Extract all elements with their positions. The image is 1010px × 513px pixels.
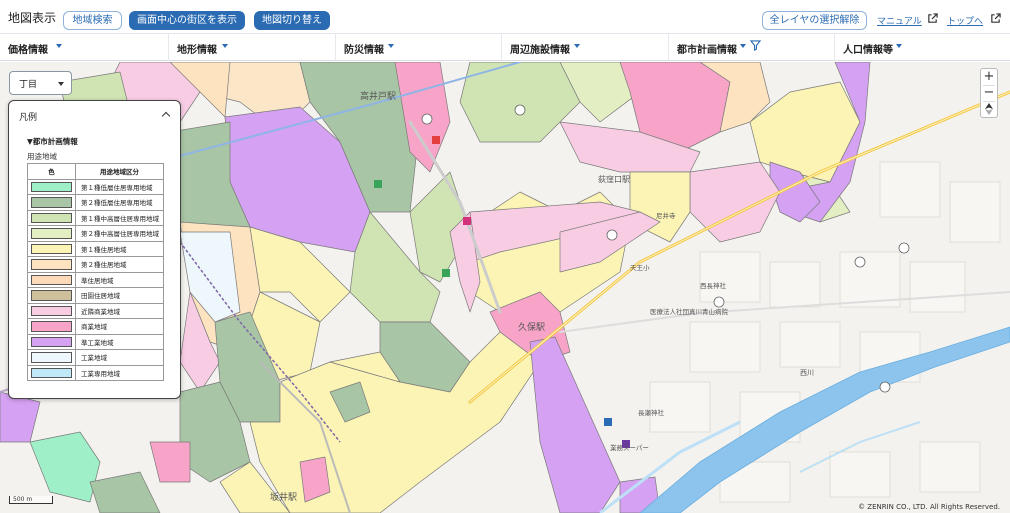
legend-panel: 凡例 ▼都市計画情報 用途地域 色 用途地域区分 第１種低層住居専用地域 第２種低… (8, 100, 181, 399)
chevron-down-icon (740, 44, 746, 48)
chevron-down-icon (222, 44, 228, 48)
tab-label: 人口情報等 (843, 45, 893, 56)
legend-color-swatch (27, 318, 76, 335)
legend-color-swatch (27, 256, 76, 273)
legend-row: 第１種住居地域 (27, 240, 164, 257)
show-center-block-button[interactable]: 画面中心の街区を表示 (129, 11, 245, 30)
collapse-icon[interactable] (161, 111, 171, 121)
station-label: 坂井駅 (270, 491, 297, 503)
station-label: 荻窪口駅 (598, 174, 630, 184)
legend-row: 第２種住居地域 (27, 256, 164, 273)
legend-color-swatch (27, 194, 76, 211)
legend-color-swatch (27, 240, 76, 257)
tab-label: 周辺施設情報 (510, 45, 570, 56)
legend-row: 商業地域 (27, 318, 164, 335)
legend-zone-name: 第２種中高層住居専用地域 (75, 225, 164, 242)
tab-label: 防災情報 (344, 45, 384, 56)
area-search-button[interactable]: 地域検索 (63, 11, 122, 30)
legend-color-swatch (27, 349, 76, 366)
station-label: 高井戸駅 (360, 90, 396, 102)
legend-zone-name: 第２種低層住居専用地域 (75, 194, 164, 211)
legend-zone-name: 準住居地域 (75, 271, 164, 288)
chevron-down-icon (896, 44, 902, 48)
legend-zone-name: 田園住居地域 (75, 287, 164, 304)
scale-label: 500 m (13, 496, 33, 503)
copyright-text: © ZENRIN CO., LTD. All Rights Reserved. (858, 503, 1000, 511)
shop-label: 業務スーパー (610, 443, 649, 452)
legend-zone-name: 商業地域 (75, 318, 164, 335)
chevron-down-icon (58, 82, 64, 86)
map-switch-button[interactable]: 地図切り替え (254, 11, 330, 30)
legend-color-swatch (27, 178, 76, 195)
tab-facility-info[interactable]: 周辺施設情報 (502, 34, 669, 61)
tab-population-info[interactable]: 人口情報等 (835, 34, 1010, 61)
compass-button[interactable] (981, 101, 997, 117)
tab-label: 地形情報 (177, 45, 217, 56)
top-toolbar: 地図表示 地域検索 画面中心の街区を表示 地図切り替え 全レイヤの選択解除 マニ… (0, 0, 1010, 34)
external-link-icon[interactable] (990, 13, 1001, 24)
legend-zone-name: 近隣商業地域 (75, 302, 164, 319)
legend-color-swatch (27, 302, 76, 319)
chevron-down-icon (574, 44, 580, 48)
legend-row: 田園住居地域 (27, 287, 164, 304)
river-label: 西川 (800, 369, 814, 377)
tab-label: 都市計画情報 (677, 45, 737, 56)
legend-title: 凡例 (19, 113, 38, 123)
legend-zone-name: 第２種住居地域 (75, 256, 164, 273)
legend-row: 準工業地域 (27, 333, 164, 350)
legend-color-swatch (27, 364, 76, 381)
legend-row: 第２種中高層住居専用地域 (27, 225, 164, 242)
tab-disaster-info[interactable]: 防災情報 (336, 34, 502, 61)
legend-color-swatch (27, 209, 76, 226)
legend-col-name: 用途地域区分 (75, 163, 164, 180)
legend-zone-name: 第１種低層住居専用地域 (75, 178, 164, 195)
legend-table: 色 用途地域区分 第１種低層住居専用地域 第２種低層住居専用地域 第１種中高層住居専… (27, 163, 164, 381)
legend-color-swatch (27, 287, 76, 304)
page-title: 地図表示 (8, 11, 57, 25)
zoom-control: + − (980, 68, 998, 118)
school-label: 天王小 (630, 263, 650, 272)
clear-layers-button[interactable]: 全レイヤの選択解除 (762, 11, 867, 30)
hospital-label: 医療法人社団真川青山病院 (650, 307, 729, 316)
tab-price-info[interactable]: 価格情報 (0, 34, 169, 61)
shrine-label: 西長神社 (700, 281, 727, 290)
zoom-in-button[interactable]: + (981, 69, 997, 85)
legend-subtitle: 用途地域 (27, 152, 57, 161)
legend-row: 第２種低層住居専用地域 (27, 194, 164, 211)
legend-color-swatch (27, 225, 76, 242)
zoom-out-button[interactable]: − (981, 85, 997, 101)
legend-color-swatch (27, 333, 76, 350)
legend-row: 第１種中高層住居専用地域 (27, 209, 164, 226)
category-bar: 価格情報 地形情報 防災情報 周辺施設情報 都市計画情報 人口情報等 (0, 34, 1010, 61)
external-link-icon[interactable] (927, 13, 938, 24)
top-link[interactable]: トップへ (947, 14, 983, 27)
chome-select[interactable]: 丁目 (9, 71, 72, 95)
legend-zone-name: 第１種中高層住居専用地域 (75, 209, 164, 226)
legend-zone-name: 準工業地域 (75, 333, 164, 350)
legend-zone-name: 工業専用地域 (75, 364, 164, 381)
legend-row: 準住居地域 (27, 271, 164, 288)
tab-label: 価格情報 (8, 45, 48, 56)
legend-color-swatch (27, 271, 76, 288)
compass-icon (985, 103, 993, 115)
legend-row: 工業地域 (27, 349, 164, 366)
chevron-down-icon (388, 44, 394, 48)
legend-zone-name: 工業地域 (75, 349, 164, 366)
chome-select-value: 丁目 (19, 80, 38, 90)
station-label: 久保駅 (518, 321, 545, 333)
filter-icon (750, 40, 761, 51)
tab-terrain-info[interactable]: 地形情報 (169, 34, 336, 61)
legend-zone-name: 第１種住居地域 (75, 240, 164, 257)
legend-row: 近隣商業地域 (27, 302, 164, 319)
legend-row: 第１種低層住居専用地域 (27, 178, 164, 195)
shrine-label: 長瀬神社 (638, 408, 665, 417)
legend-section-title[interactable]: ▼都市計画情報 (27, 136, 78, 147)
legend-row: 工業専用地域 (27, 364, 164, 381)
legend-col-color: 色 (27, 163, 76, 180)
manual-link[interactable]: マニュアル (877, 14, 922, 27)
chevron-down-icon (56, 44, 62, 48)
tab-city-planning-info[interactable]: 都市計画情報 (669, 34, 835, 61)
temple-label: 尼井寺 (656, 211, 676, 220)
